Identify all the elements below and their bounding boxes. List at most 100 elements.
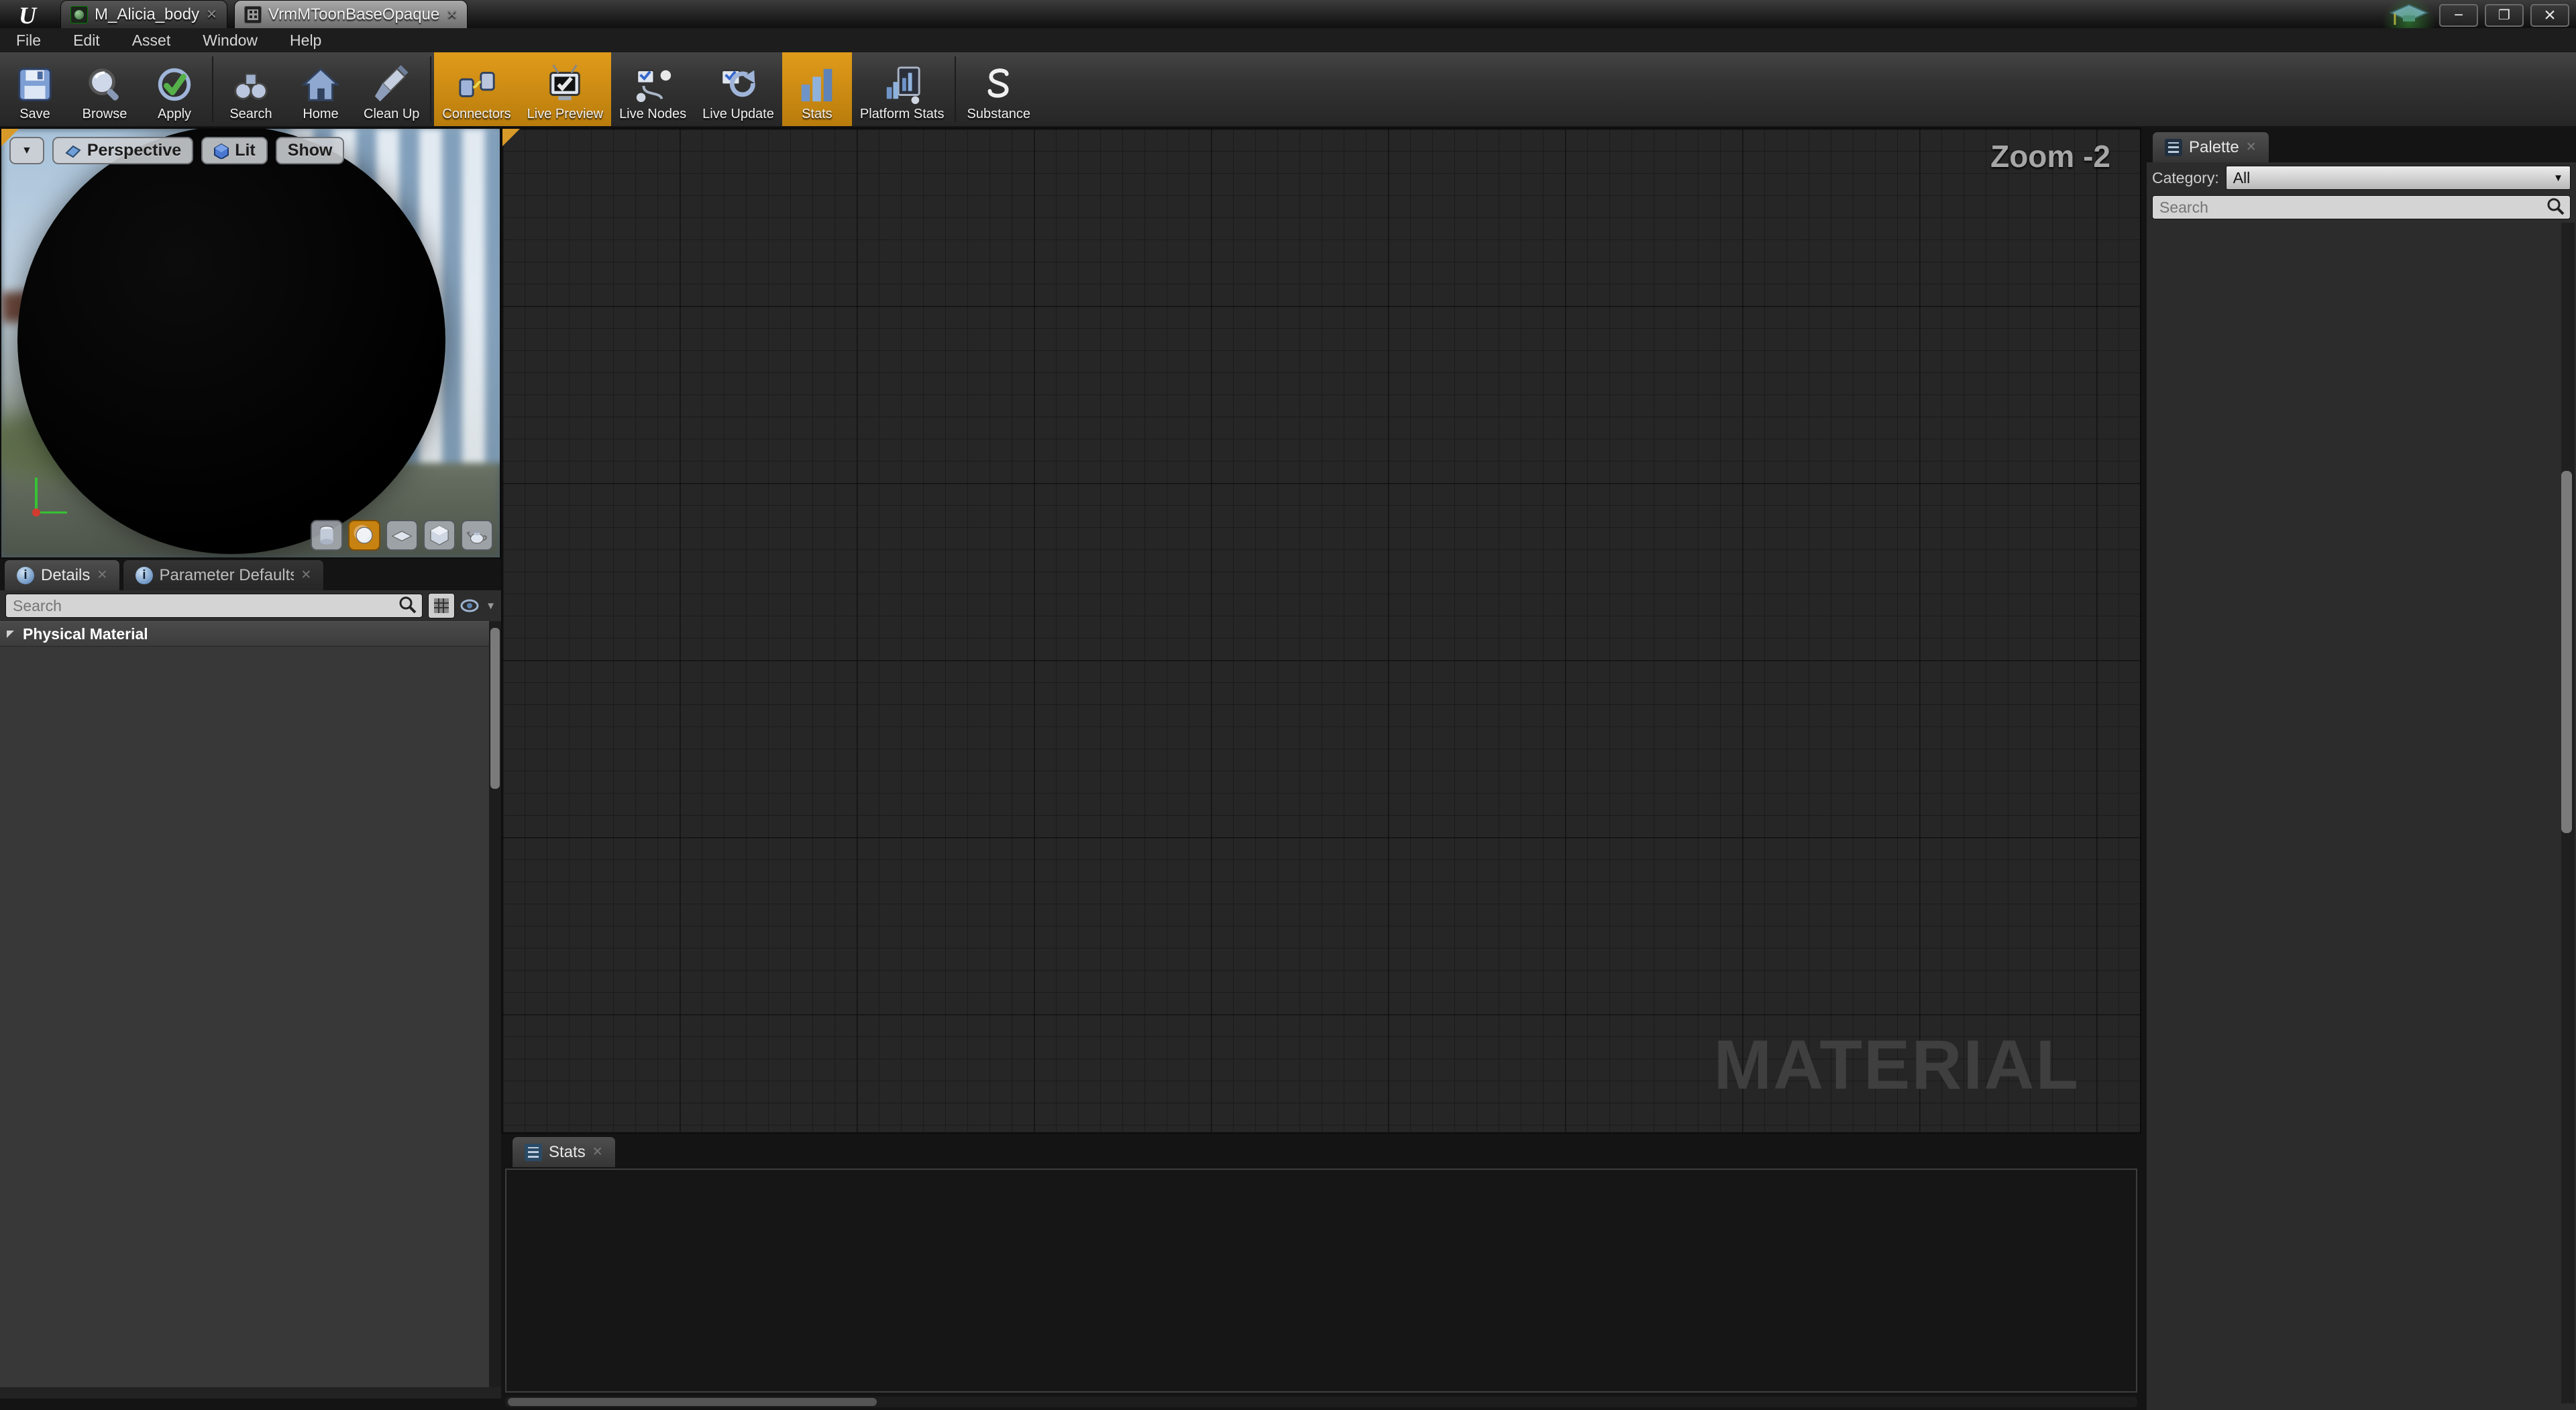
minimize-button[interactable]: − [2439,4,2478,27]
section-header-physical-material[interactable]: Physical Material [0,621,489,647]
section-expand-icon [7,631,14,638]
category-dropdown[interactable]: All▼ [2226,166,2571,190]
close-icon[interactable]: ✕ [592,1144,603,1160]
preview-mesh-plane-button[interactable] [386,520,418,551]
toolbar-apply-button[interactable]: Apply [140,52,209,126]
preview-mesh-cylinder-button[interactable] [311,520,343,551]
toolbar-search-button[interactable]: Search [216,52,286,126]
details-search-row: ▼ [0,590,501,621]
info-icon: i [17,567,34,584]
toolbar-button-label: Connectors [442,107,511,122]
palette-category-row: Category: All▼ [2147,162,2576,193]
viewport-lit-button[interactable]: Lit [201,137,268,164]
tab-label: Details [41,566,90,585]
menu-window[interactable]: Window [186,28,274,52]
toolbar-separator [955,56,956,122]
restore-button[interactable]: ❐ [2485,4,2524,27]
menu-bar: FileEditAssetWindowHelp [0,28,2576,52]
material-editor-window: U M_Alicia_body✕VrmMToonBaseOpaque✕ −❐× … [0,0,2576,1410]
material-graph-canvas[interactable]: Zoom -2 MATERIAL [501,127,2141,1134]
stats-icon [525,1144,542,1161]
preview-mesh-cube-button[interactable] [423,520,455,551]
save-icon [14,64,56,105]
toolbar-live-preview-button[interactable]: Live Preview [519,52,611,126]
tab-palette[interactable]: Palette ✕ [2152,131,2269,162]
viewport-toolbar: ▼PerspectiveLitShow [9,137,344,164]
property-matrix-button[interactable] [428,593,455,618]
document-tab-M_Alicia_body[interactable]: M_Alicia_body✕ [60,0,227,28]
details-scrollbar-thumb[interactable] [490,628,500,789]
info-icon: i [136,567,152,584]
details-body: Physical Material [0,621,489,1387]
asset-icon [244,6,262,23]
toolbar-button-label: Browse [83,107,127,122]
tab-details[interactable]: i Details ✕ [4,559,120,590]
tutorial-cap-icon[interactable] [2385,2,2432,29]
connectors-icon [456,64,498,105]
toolbar-stats-button[interactable]: Stats [782,52,852,126]
toolbar-button-label: Save [19,107,50,122]
toolbar-button-label: Live Update [702,107,774,122]
viewport-show-button[interactable]: Show [276,137,345,164]
palette-tabstrip: Palette ✕ [2147,127,2576,162]
close-icon[interactable]: ✕ [301,567,311,583]
menu-file[interactable]: File [0,28,57,52]
toolbar-button-label: Platform Stats [860,107,945,122]
close-icon[interactable]: ✕ [2246,140,2257,155]
toolbar-clean-up-button[interactable]: Clean Up [356,52,427,126]
asset-icon [70,6,88,23]
substance-icon [978,64,1020,105]
viewport-perspective-button[interactable]: Perspective [52,137,193,164]
details-scrollbar [489,621,501,1387]
section-title: Physical Material [23,625,148,643]
search-icon [2546,197,2565,219]
cleanup-icon [371,64,413,105]
window-controls: −❐ × [2385,2,2569,29]
close-icon[interactable]: ✕ [206,6,217,23]
close-icon[interactable]: ✕ [97,567,107,583]
tab-parameter-defaults[interactable]: i Parameter Defaults ✕ [123,559,324,590]
menu-edit[interactable]: Edit [57,28,116,52]
search-icon [230,64,272,105]
toolbar-substance-button[interactable]: Substance [959,52,1038,126]
toolbar-save-button[interactable]: Save [0,52,70,126]
details-search-input[interactable] [6,594,422,617]
close-button[interactable]: × [2530,4,2569,27]
toolbar-button-label: Apply [158,107,191,122]
toolbar-connectors-button[interactable]: Connectors [434,52,519,126]
graph-zoom-label: Zoom -2 [1990,138,2110,174]
palette-panel: Palette ✕ Category: All▼ [2147,127,2576,1410]
axis-gizmo [24,463,85,527]
preview-mesh-teapot-button[interactable] [461,520,493,551]
toolbar-button-label: Live Nodes [619,107,686,122]
toolbar-browse-button[interactable]: Browse [70,52,140,126]
graph-corner-flag [502,129,520,146]
toolbar-live-nodes-button[interactable]: Live Nodes [611,52,694,126]
palette-search-input[interactable] [2153,196,2570,219]
preview-viewport[interactable]: ▼PerspectiveLitShow [0,127,501,559]
view-options-button[interactable]: ▼ [460,598,496,614]
toolbar-platform-stats-button[interactable]: Platform Stats [852,52,953,126]
menu-help[interactable]: Help [274,28,337,52]
toolbar-button-label: Search [229,107,272,122]
preview-mesh-sphere-button[interactable] [348,520,380,551]
tab-label: Parameter Defaults [160,566,294,585]
palette-list [2147,223,2559,1403]
palette-scrollbar [2561,223,2575,1403]
toolbar-live-update-button[interactable]: Live Update [694,52,782,126]
menu-asset[interactable]: Asset [116,28,187,52]
tab-stats[interactable]: Stats ✕ [512,1136,616,1167]
toolbar-separator [212,56,213,122]
home-icon [300,64,341,105]
details-searchbox[interactable] [5,594,423,618]
palette-scrollbar-thumb[interactable] [2561,471,2572,833]
stats-hscrollbar-thumb[interactable] [508,1398,877,1406]
close-icon[interactable]: ✕ [446,6,458,23]
unreal-logo-icon: U [4,1,51,27]
document-tab-VrmMToonBaseOpaque[interactable]: VrmMToonBaseOpaque✕ [234,0,468,28]
toolbar-home-button[interactable]: Home [286,52,356,126]
stats-body [505,1169,2137,1393]
stats-panel: Stats ✕ [501,1134,2141,1410]
titlebar: U M_Alicia_body✕VrmMToonBaseOpaque✕ −❐ × [0,0,2576,28]
palette-searchbox[interactable] [2152,195,2571,219]
